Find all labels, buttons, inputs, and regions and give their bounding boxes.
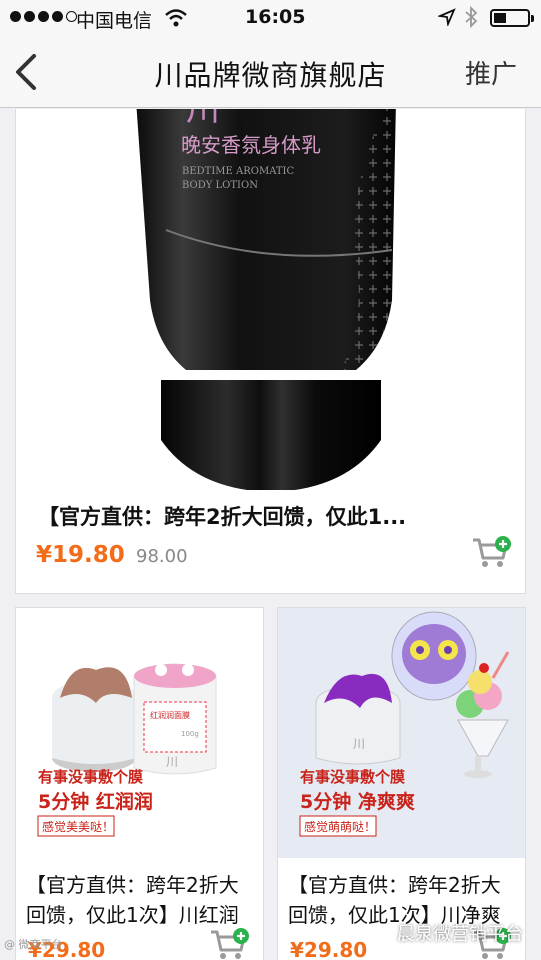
signal-strength-icon bbox=[10, 11, 77, 22]
promo-line-2: 5分钟 红润润 bbox=[38, 790, 153, 813]
product-card[interactable]: 川 有事没事敷个膜 5分钟 净爽爽 感觉萌萌哒！ 【官方直供：跨年2折大回馈，仅… bbox=[277, 607, 526, 960]
product-list: 川 晚安香氛身体乳 BEDTIME AROMATIC BODY LOTION 【… bbox=[0, 109, 541, 960]
promo-line-3: 感觉美美哒！ bbox=[42, 819, 114, 834]
battery-icon bbox=[490, 9, 534, 27]
carrier-label: 中国电信 bbox=[76, 10, 153, 32]
clock: 16:05 bbox=[245, 6, 306, 28]
corner-watermark: @ 微商平台 bbox=[4, 938, 63, 951]
navigation-bar: 川品牌微商旗舰店 推广 bbox=[0, 36, 541, 108]
product-price: ¥19.80 bbox=[36, 542, 125, 568]
watermark-text: 晨泉微营销平台 bbox=[397, 924, 523, 945]
promo-line-1: 有事没事敷个膜 bbox=[38, 768, 143, 786]
bluetooth-icon bbox=[465, 6, 478, 28]
jar-weight: 100g bbox=[181, 730, 199, 738]
product-title[interactable]: 【官方直供：跨年2折大回馈，仅此1次】川红润 bbox=[26, 870, 256, 930]
promote-button[interactable]: 推广 bbox=[465, 54, 517, 91]
product-image-english-2: BODY LOTION bbox=[182, 180, 258, 191]
promo-line-1: 有事没事敷个膜 bbox=[300, 768, 405, 786]
jar-brand: 川 bbox=[166, 755, 178, 769]
add-to-cart-button[interactable] bbox=[471, 536, 511, 570]
page-title: 川品牌微商旗舰店 bbox=[154, 59, 387, 92]
promo-line-3: 感觉萌萌哒！ bbox=[304, 819, 376, 834]
status-bar: 中国电信 16:05 bbox=[0, 0, 541, 36]
add-to-cart-button[interactable] bbox=[209, 928, 249, 960]
wechat-icon bbox=[369, 924, 391, 941]
product-card[interactable]: 红润润面膜 100g 川 有事没事敷个膜 5分钟 红润润 感觉美美哒！ 【官方直… bbox=[15, 607, 264, 960]
product-image[interactable]: 红润润面膜 100g 川 有事没事敷个膜 5分钟 红润润 感觉美美哒！ bbox=[16, 608, 264, 858]
jar-label: 红润润面膜 bbox=[150, 710, 190, 720]
product-brand-logo: 川 bbox=[186, 109, 220, 129]
product-image[interactable]: 川 有事没事敷个膜 5分钟 净爽爽 感觉萌萌哒！ bbox=[278, 608, 526, 858]
jar-brand: 川 bbox=[353, 737, 365, 751]
product-image[interactable]: 川 晚安香氛身体乳 BEDTIME AROMATIC BODY LOTION bbox=[16, 109, 526, 490]
product-title[interactable]: 【官方直供：跨年2折大回馈，仅此1... bbox=[38, 502, 438, 532]
product-image-english-1: BEDTIME AROMATIC bbox=[182, 166, 294, 177]
promo-line-2: 5分钟 净爽爽 bbox=[300, 790, 415, 813]
product-price: ¥29.80 bbox=[290, 938, 368, 960]
location-arrow-icon bbox=[438, 8, 456, 26]
product-image-name: 晚安香氛身体乳 bbox=[181, 133, 321, 157]
watermark: 晨泉微营销平台 bbox=[369, 920, 523, 946]
original-price: 98.00 bbox=[136, 546, 188, 567]
wifi-icon bbox=[165, 9, 187, 27]
product-card[interactable]: 川 晚安香氛身体乳 BEDTIME AROMATIC BODY LOTION 【… bbox=[15, 109, 526, 594]
